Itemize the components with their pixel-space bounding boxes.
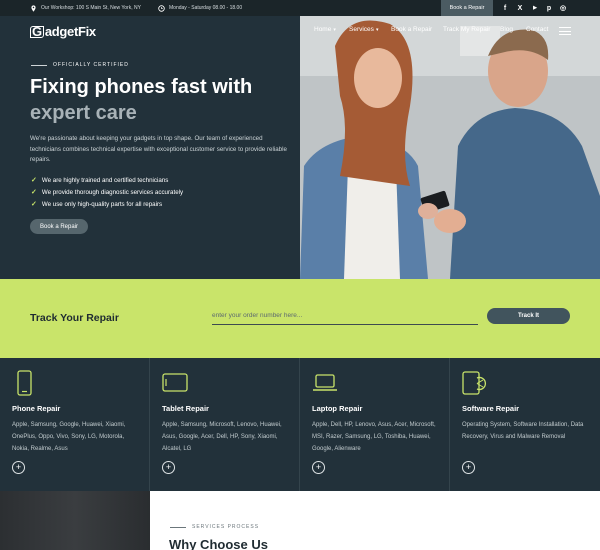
- logo-mark: G: [30, 24, 44, 39]
- order-number-input[interactable]: [212, 307, 478, 325]
- address-text: Our Workshop: 100 S Main St, New York, N…: [41, 5, 141, 11]
- service-title: Laptop Repair: [312, 404, 363, 413]
- plus-icon[interactable]: +: [462, 461, 475, 474]
- hero-kicker: OFFICIALLY CERTIFIED: [31, 62, 129, 68]
- hero-book-button[interactable]: Book a Repair: [30, 219, 88, 234]
- nav-contact[interactable]: Contact: [526, 26, 548, 33]
- hours-text: Monday - Saturday 08.00 - 18.00: [169, 5, 243, 11]
- nav-book-repair-label: Book a Repair: [391, 26, 433, 33]
- menu-icon[interactable]: [559, 27, 571, 35]
- service-card-phone[interactable]: Phone Repair Apple, Samsung, Google, Hua…: [0, 358, 150, 491]
- process-kicker: SERVICES PROCESS: [170, 524, 259, 530]
- tablet-icon: [162, 373, 188, 392]
- service-card-tablet[interactable]: Tablet Repair Apple, Samsung, Microsoft,…: [150, 358, 300, 491]
- address-info: Our Workshop: 100 S Main St, New York, N…: [30, 0, 141, 16]
- phone-icon: [17, 370, 32, 396]
- nav-home-label: Home: [314, 26, 332, 33]
- hours-info: Monday - Saturday 08.00 - 18.00: [158, 0, 242, 16]
- kicker-line: [31, 64, 47, 66]
- service-title: Phone Repair: [12, 404, 61, 413]
- topbar-book-button[interactable]: Book a Repair: [441, 0, 493, 16]
- service-brands: Apple, Samsung, Microsoft, Lenovo, Huawe…: [162, 422, 282, 452]
- process-kicker-text: SERVICES PROCESS: [192, 524, 260, 530]
- service-card-software[interactable]: Software Repair Operating System, Softwa…: [450, 358, 600, 491]
- track-title: Track Your Repair: [30, 312, 119, 324]
- process-photo: [0, 491, 150, 550]
- nav-home[interactable]: Home ▾: [314, 26, 336, 33]
- plus-icon[interactable]: +: [312, 461, 325, 474]
- youtube-icon[interactable]: ▶: [531, 4, 539, 12]
- hero-title-line1: Fixing phones fast with: [30, 76, 253, 98]
- check-icon: ✓: [31, 201, 37, 208]
- nav-track-repair-label: Track My Repair: [443, 26, 491, 33]
- pinterest-icon[interactable]: p: [545, 4, 553, 12]
- kicker-line: [170, 526, 186, 528]
- software-icon: [462, 371, 487, 395]
- nav-blog[interactable]: Blog: [500, 26, 513, 33]
- nav-services[interactable]: Services ▾: [349, 26, 378, 33]
- bullet-text: We are highly trained and certified tech…: [41, 176, 169, 184]
- nav-book-repair[interactable]: Book a Repair: [391, 26, 432, 33]
- process-title: Why Choose Us: [169, 537, 268, 550]
- nav-services-label: Services: [349, 26, 374, 33]
- service-brands: Apple, Samsung, Google, Huawei, Xiaomi, …: [12, 422, 126, 452]
- plus-icon[interactable]: +: [12, 461, 25, 474]
- check-icon: ✓: [31, 189, 37, 196]
- service-card-laptop[interactable]: Laptop Repair Apple, Dell, HP, Lenovo, A…: [300, 358, 450, 491]
- clock-icon: [158, 4, 165, 12]
- plus-icon[interactable]: +: [162, 461, 175, 474]
- service-brands: Operating System, Software Installation,…: [462, 422, 584, 440]
- hero-title-line2: expert care: [30, 102, 137, 124]
- instagram-icon[interactable]: ◎: [559, 4, 567, 12]
- hero-bullet: ✓ We provide thorough diagnostic services…: [31, 188, 184, 197]
- hero-description: We're passionate about keeping your gadg…: [30, 135, 287, 163]
- bullet-text: We provide thorough diagnostic services …: [41, 188, 184, 196]
- service-title: Tablet Repair: [162, 404, 209, 413]
- service-brands: Apple, Dell, HP, Lenovo, Asus, Acer, Mic…: [312, 422, 436, 452]
- nav-track-repair[interactable]: Track My Repair: [443, 26, 490, 33]
- hero-photo-illustration: [300, 16, 600, 279]
- track-button[interactable]: Track It: [487, 308, 570, 324]
- bullet-text: We use only high-quality parts for all r…: [41, 200, 163, 208]
- top-bar: Our Workshop: 100 S Main St, New York, N…: [0, 0, 600, 16]
- hero-bullet: ✓ We are highly trained and certified tec…: [31, 176, 169, 185]
- location-pin-icon: [31, 4, 36, 12]
- chevron-down-icon: ▾: [333, 26, 336, 33]
- hero-photo: [300, 16, 600, 279]
- nav-contact-label: Contact: [526, 26, 549, 33]
- brand-logo[interactable]: GadgetFix: [30, 24, 96, 39]
- hero-bullet: ✓ We use only high-quality parts for all …: [31, 200, 163, 209]
- check-icon: ✓: [31, 177, 37, 184]
- chevron-down-icon: ▾: [375, 26, 379, 33]
- laptop-icon: [313, 374, 337, 391]
- service-title: Software Repair: [462, 404, 520, 413]
- x-icon[interactable]: X: [516, 4, 524, 12]
- logo-text: adgetFix: [44, 24, 96, 39]
- hero-kicker-text: OFFICIALLY CERTIFIED: [53, 62, 129, 68]
- facebook-icon[interactable]: f: [501, 4, 509, 12]
- nav-blog-label: Blog: [500, 26, 514, 33]
